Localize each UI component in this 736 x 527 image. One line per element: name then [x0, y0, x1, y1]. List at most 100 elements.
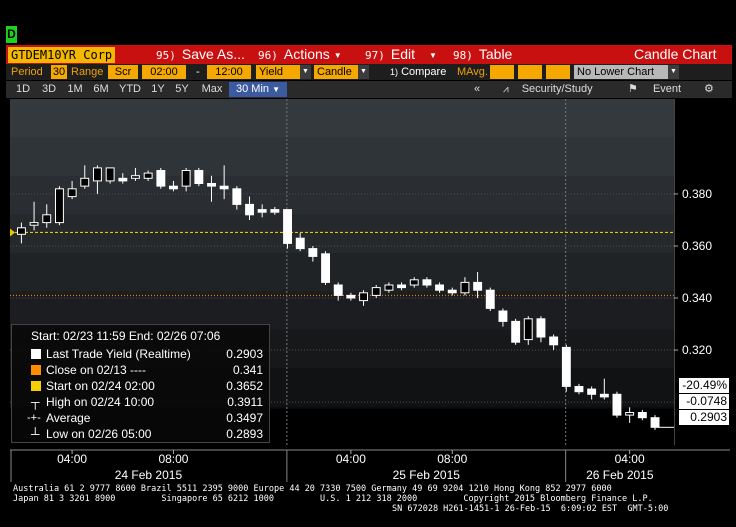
x-tick-label: 08:00: [437, 452, 467, 466]
footer-line-3: SN 672028 H261-1451-1 26-Feb-15 6:09:02 …: [392, 504, 669, 514]
collapse-button[interactable]: «: [474, 82, 480, 97]
candle[interactable]: [55, 186, 64, 226]
time-to-field[interactable]: 12:00: [207, 65, 251, 79]
candle[interactable]: [485, 287, 495, 312]
candle-body: [435, 284, 445, 291]
candle[interactable]: [612, 391, 622, 418]
style-dropdown-icon[interactable]: ▼: [358, 65, 369, 79]
chart-type-title: Candle Chart: [634, 46, 717, 62]
period-button-1m[interactable]: 1M: [64, 82, 86, 97]
candle[interactable]: [511, 318, 521, 345]
event-button[interactable]: ⚑ Event: [628, 82, 681, 97]
candle-body: [143, 172, 153, 179]
candle-body: [118, 177, 128, 182]
candle-body: [270, 209, 280, 213]
event-label: Event: [652, 83, 682, 95]
lower-chart-dropdown-icon[interactable]: ▼: [668, 65, 679, 79]
candle[interactable]: [561, 344, 571, 392]
candle-body: [207, 183, 217, 187]
legend-label: Low on 02/26 05:00: [46, 427, 152, 441]
candle-body: [346, 294, 356, 299]
day-label: 24 Feb 2015: [115, 468, 183, 482]
candle-body: [625, 412, 635, 416]
time-from-field[interactable]: 02:00: [142, 65, 186, 79]
range-value-field[interactable]: Scr: [108, 65, 138, 79]
mavg-label: MAvg.: [457, 66, 488, 78]
compare-label: Compare: [401, 66, 447, 78]
actions-label: Actions: [283, 46, 330, 62]
candle[interactable]: [105, 167, 115, 184]
save-as-label: Save As...: [181, 46, 245, 62]
candle-body: [93, 167, 102, 182]
legend-value: 0.3911: [227, 395, 263, 409]
candle-body: [29, 222, 39, 226]
candle-body: [587, 388, 597, 395]
period-button-3d[interactable]: 3D: [38, 82, 60, 97]
candle[interactable]: [194, 167, 204, 187]
legend-value: 0.3497: [226, 411, 263, 425]
lower-chart-select[interactable]: No Lower Chart: [574, 65, 668, 79]
legend-row: -+- Average 0.3497: [12, 410, 271, 426]
candle-body: [169, 185, 178, 190]
candle[interactable]: [321, 251, 331, 286]
period-30min-label: 30 Min: [235, 83, 270, 95]
candle-body: [384, 284, 394, 291]
range-label: Range: [71, 66, 104, 78]
period-button-1y[interactable]: 1Y: [148, 82, 168, 97]
candle-body: [308, 248, 318, 257]
period-button-6m[interactable]: 6M: [90, 82, 112, 97]
field-dropdown-icon[interactable]: ▼: [300, 65, 311, 79]
time-range-dash: -: [196, 66, 200, 78]
mavg-field-2[interactable]: [518, 65, 542, 79]
candle-body: [371, 287, 381, 296]
candle[interactable]: [283, 209, 293, 249]
period-value-field[interactable]: 30: [51, 65, 67, 79]
security-study-label: Security/Study: [521, 83, 593, 95]
candle-body: [485, 289, 495, 309]
actions-button[interactable]: 96) Actions ▼: [258, 45, 342, 64]
chart-icon: ⩘: [503, 84, 509, 95]
candle[interactable]: [650, 415, 660, 430]
day-label: 26 Feb 2015: [586, 468, 654, 482]
table-num: 98): [453, 49, 473, 62]
candle-body: [498, 310, 508, 322]
legend-box: Start: 02/23 11:59 End: 02/26 07:06 Last…: [11, 324, 270, 443]
period-button-5y[interactable]: 5Y: [172, 82, 192, 97]
candle[interactable]: [156, 167, 166, 189]
candle-body: [359, 292, 369, 302]
mavg-field-1[interactable]: [490, 65, 514, 79]
compare-button[interactable]: 1) Compare: [390, 65, 446, 79]
security-study-button[interactable]: ⩘ Security/Study: [503, 82, 593, 97]
save-as-button[interactable]: 95) Save As...: [156, 45, 245, 64]
ticker-field[interactable]: GTDEM10YR Corp: [8, 47, 116, 63]
save-as-num: 95): [156, 49, 176, 62]
candle-body: [536, 318, 546, 338]
flag-icon: ⚑: [628, 83, 638, 95]
legend-value: 0.2893: [226, 427, 263, 441]
period-button-max[interactable]: Max: [197, 82, 227, 97]
candle-body: [397, 284, 407, 289]
edit-button[interactable]: 97) Edit ▼: [365, 45, 437, 64]
period-button-1d[interactable]: 1D: [12, 82, 34, 97]
candle-body: [321, 253, 331, 283]
actions-num: 96): [258, 49, 278, 62]
candle-body: [612, 393, 622, 416]
candle-body: [257, 209, 267, 213]
legend-header: Start: 02/23 11:59 End: 02/26 07:06: [12, 328, 271, 344]
legend-label: High on 02/24 10:00: [46, 395, 155, 409]
field-select[interactable]: Yield: [256, 65, 300, 79]
legend-row: Start on 02/24 02:00 0.3652: [12, 378, 271, 394]
mavg-field-3[interactable]: [546, 65, 570, 79]
candle-body: [523, 318, 533, 341]
candle-body: [460, 281, 470, 294]
candle-body: [561, 346, 571, 387]
legend-header-text: Start: 02/23 11:59 End: 02/26 07:06: [31, 329, 221, 343]
period-label: Period: [11, 66, 43, 78]
legend-row: Close on 02/13 ---- 0.341: [12, 362, 271, 378]
style-select[interactable]: Candle: [314, 65, 358, 79]
low-marker-icon: ┴: [31, 427, 40, 441]
period-30min-select[interactable]: 30 Min ▼: [229, 82, 287, 97]
period-button-ytd[interactable]: YTD: [116, 82, 144, 97]
gear-icon[interactable]: ⚙: [704, 82, 714, 97]
table-button[interactable]: 98) Table: [453, 45, 512, 64]
